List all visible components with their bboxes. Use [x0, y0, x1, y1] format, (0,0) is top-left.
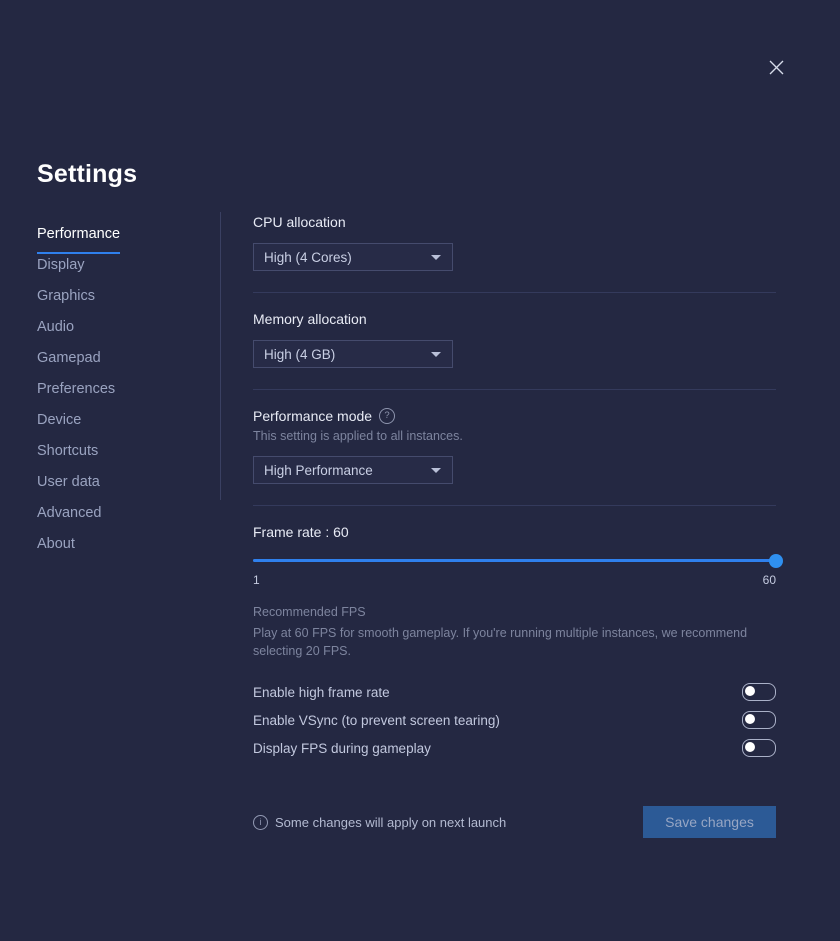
sidebar-item-label: Graphics: [37, 288, 96, 304]
frame-rate-scale: 1 60: [253, 573, 776, 587]
setting-row-vsync: Enable VSync (to prevent screen tearing): [253, 706, 776, 734]
close-button[interactable]: [763, 54, 789, 80]
cpu-allocation-select[interactable]: High (4 Cores): [253, 243, 453, 271]
sidebar-divider: [220, 212, 221, 500]
display-fps-label: Display FPS during gameplay: [253, 740, 431, 756]
info-circle-icon: i: [253, 814, 268, 830]
frame-rate-slider[interactable]: [253, 554, 783, 568]
cpu-allocation-label-text: CPU allocation: [253, 214, 346, 230]
display-fps-toggle[interactable]: [742, 739, 776, 758]
next-launch-note-text: Some changes will apply on next launch: [275, 814, 507, 830]
sidebar-item-shortcuts[interactable]: Shortcuts: [37, 436, 207, 467]
performance-mode-select[interactable]: High Performance: [253, 456, 453, 484]
sidebar-item-label: Audio: [37, 319, 75, 335]
frame-rate-min-label: 1: [253, 573, 260, 587]
sidebar-item-device[interactable]: Device: [37, 405, 207, 436]
close-icon: [769, 60, 783, 74]
sidebar-item-label: Advanced: [37, 505, 102, 521]
sidebar-item-label: Display: [37, 257, 85, 273]
toggle-knob: [745, 686, 755, 697]
toggle-knob: [745, 714, 755, 725]
frame-rate-max-label: 60: [762, 573, 776, 587]
section-divider: [253, 292, 776, 293]
performance-mode-sublabel: This setting is applied to all instances…: [253, 429, 463, 443]
sidebar-item-audio[interactable]: Audio: [37, 312, 207, 343]
recommended-fps-title: Recommended FPS: [253, 605, 366, 619]
sidebar-item-label: Gamepad: [37, 350, 101, 366]
performance-mode-label-text: Performance mode: [253, 408, 373, 424]
vsync-label: Enable VSync (to prevent screen tearing): [253, 712, 500, 728]
chevron-down-icon: [431, 467, 441, 473]
sidebar-item-label: Preferences: [37, 381, 116, 397]
sidebar-item-graphics[interactable]: Graphics: [37, 281, 207, 312]
setting-row-high-frame-rate: Enable high frame rate: [253, 678, 776, 706]
save-changes-button[interactable]: Save changes: [643, 806, 776, 839]
memory-allocation-label: Memory allocation: [253, 311, 776, 327]
slider-thumb[interactable]: [769, 554, 783, 568]
help-circle-icon[interactable]: ?: [379, 408, 396, 424]
cpu-allocation-value: High (4 Cores): [264, 249, 352, 265]
sidebar-item-label: About: [37, 536, 75, 552]
recommended-fps-body: Play at 60 FPS for smooth gameplay. If y…: [253, 626, 748, 659]
performance-mode-label: Performance mode ?: [253, 408, 776, 424]
sidebar-item-user-data[interactable]: User data: [37, 467, 207, 498]
high-frame-rate-toggle[interactable]: [742, 683, 776, 702]
sidebar-item-label: Performance: [37, 219, 121, 254]
section-divider: [253, 505, 776, 506]
performance-settings-panel: CPU allocation High (4 Cores) Memory all…: [253, 214, 783, 839]
vsync-toggle[interactable]: [742, 711, 776, 730]
settings-footer: i Some changes will apply on next launch…: [253, 806, 776, 839]
settings-sidebar: Performance Display Graphics Audio Gamep…: [37, 219, 207, 560]
memory-allocation-select[interactable]: High (4 GB): [253, 340, 453, 368]
chevron-down-icon: [431, 254, 441, 260]
next-launch-note: i Some changes will apply on next launch: [253, 814, 507, 830]
sidebar-item-gamepad[interactable]: Gamepad: [37, 343, 207, 374]
sidebar-item-performance[interactable]: Performance: [37, 219, 207, 254]
setting-row-display-fps: Display FPS during gameplay: [253, 734, 776, 762]
section-divider: [253, 389, 776, 390]
sidebar-item-display[interactable]: Display: [37, 250, 207, 281]
sidebar-item-preferences[interactable]: Preferences: [37, 374, 207, 405]
sidebar-item-label: Device: [37, 412, 82, 428]
sidebar-item-label: Shortcuts: [37, 443, 99, 459]
sidebar-item-about[interactable]: About: [37, 529, 207, 560]
slider-fill: [253, 559, 776, 562]
chevron-down-icon: [431, 351, 441, 357]
toggle-knob: [745, 742, 755, 753]
performance-mode-value: High Performance: [264, 462, 373, 478]
high-frame-rate-label: Enable high frame rate: [253, 684, 390, 700]
cpu-allocation-label: CPU allocation: [253, 214, 776, 230]
memory-allocation-label-text: Memory allocation: [253, 311, 367, 327]
sidebar-item-label: User data: [37, 474, 100, 490]
sidebar-item-advanced[interactable]: Advanced: [37, 498, 207, 529]
frame-rate-label: Frame rate : 60: [253, 524, 349, 540]
memory-allocation-value: High (4 GB): [264, 346, 336, 362]
page-title: Settings: [37, 160, 138, 188]
